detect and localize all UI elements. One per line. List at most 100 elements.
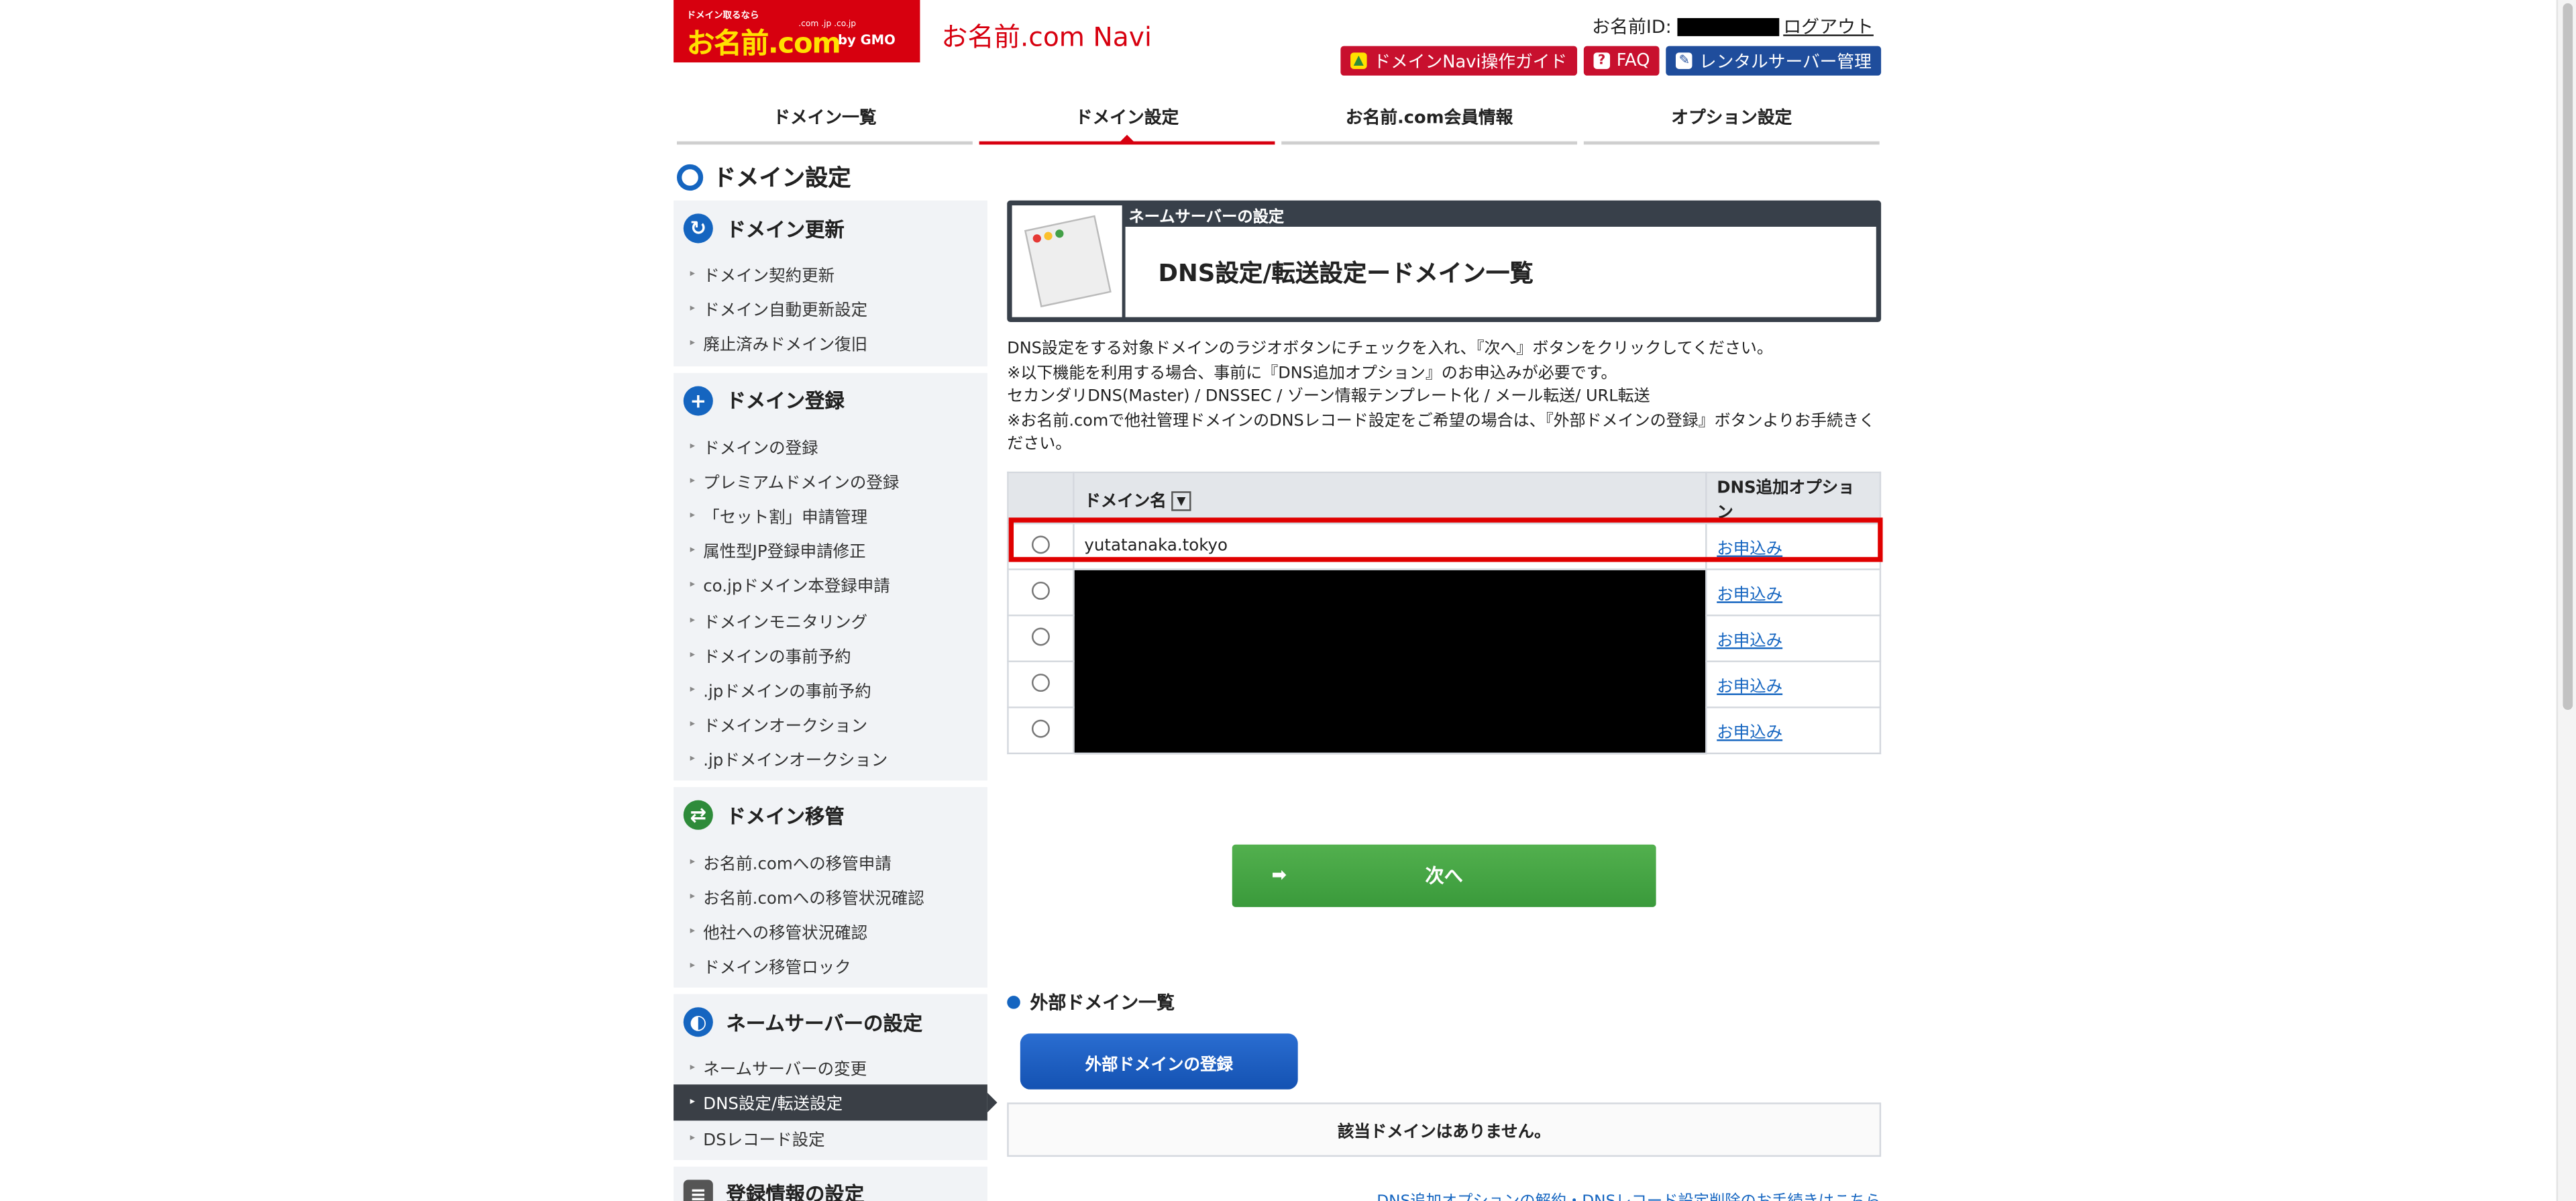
apply-link[interactable]: お申込み	[1717, 633, 1782, 651]
registration-info-icon: ≡	[683, 1179, 713, 1201]
sidebar-item-premium-register[interactable]: ▸ プレミアムドメインの登録	[674, 463, 987, 498]
table-header-row: ドメイン名 ▼ DNS追加オプション	[1007, 471, 1882, 525]
content-header: ネームサーバーの設定 DNS設定/転送設定ードメイン一覧	[1007, 200, 1882, 323]
sidebar-heading-text: ドメイン更新	[726, 217, 845, 241]
chevron-right-icon: ▸	[690, 268, 695, 280]
sort-down-icon[interactable]: ▼	[1171, 490, 1191, 511]
sidebar-heading-text: ドメイン移管	[726, 804, 845, 829]
logout-link[interactable]: ログアウト	[1783, 13, 1874, 40]
sidebar-item-pre-reserve[interactable]: ▸ ドメインの事前予約	[674, 637, 987, 672]
faq-button[interactable]: ? FAQ	[1583, 46, 1660, 76]
sidebar-item-jp-auction[interactable]: ▸ .jpドメインオークション	[674, 741, 987, 776]
content-sublabel: ネームサーバーの設定	[1128, 209, 1285, 227]
table-header-domain[interactable]: ドメイン名 ▼	[1073, 471, 1707, 525]
table-header-select	[1007, 471, 1075, 525]
navi-title: お名前.com Navi	[941, 21, 1152, 53]
next-button[interactable]: ➡ 次へ	[1232, 844, 1656, 907]
table-cell-select	[1007, 660, 1075, 709]
sidebar-item-label: ドメイン移管ロック	[703, 959, 851, 978]
sidebar-item-outbound-status[interactable]: ▸ 他社への移管状況確認	[674, 913, 987, 948]
sidebar-item-label: 属性型JP登録申請修正	[703, 544, 866, 563]
nameserver-globe-icon: ◐	[683, 1007, 713, 1037]
rental-server-button[interactable]: ✎ レンタルサーバー管理	[1666, 46, 1882, 76]
member-id-redacted	[1678, 17, 1780, 36]
domain-radio[interactable]	[1031, 580, 1050, 599]
apply-link[interactable]: お申込み	[1717, 725, 1782, 743]
sidebar-item-ds-record[interactable]: ▸ DSレコード設定	[674, 1120, 987, 1155]
tab-domain-list[interactable]: ドメイン一覧	[676, 99, 973, 145]
sidebar-item-jp-fix[interactable]: ▸ 属性型JP登録申請修正	[674, 533, 987, 568]
sidebar-item-auto-renewal[interactable]: ▸ ドメイン自動更新設定	[674, 291, 987, 326]
no-domain-message: 該当ドメインはありません。	[1007, 1102, 1882, 1157]
window-graphic	[1024, 215, 1112, 308]
register-external-domain-button[interactable]: 外部ドメインの登録	[1020, 1033, 1298, 1090]
chevron-right-icon: ▸	[690, 683, 695, 695]
sidebar-item-transfer-request[interactable]: ▸ お名前.comへの移管申請	[674, 843, 987, 878]
domain-radio[interactable]	[1031, 719, 1050, 737]
domain-radio[interactable]	[1031, 627, 1050, 645]
sidebar-item-label: お名前.comへの移管申請	[703, 855, 892, 874]
sidebar-section-registration: + ドメイン登録 ▸ ドメインの登録 ▸ プレミアムドメインの登録 ▸ 「セット割」申…	[674, 372, 987, 782]
page-root: ドメイン取るなら .com .jp .co.jp お名前.com by GMO …	[0, 0, 2576, 1201]
tab-member-info[interactable]: お名前.com会員情報	[1281, 99, 1578, 145]
description-line: ※以下機能を利用する場合、事前に『DNS追加オプション』のお申込みが必要です。	[1007, 364, 1617, 382]
apply-link[interactable]: お申込み	[1717, 678, 1782, 696]
domain-radio[interactable]	[1031, 535, 1050, 554]
domain-radio[interactable]	[1031, 672, 1050, 691]
sidebar-heading-transfer: ⇄ ドメイン移管	[674, 788, 987, 843]
column-domain-label: ドメイン名	[1084, 492, 1167, 511]
nameserver-window-icon	[1012, 205, 1122, 317]
table-cell-option: お申込み	[1705, 660, 1882, 709]
member-id-label: お名前ID:	[1592, 16, 1672, 38]
apply-link[interactable]: お申込み	[1717, 541, 1782, 559]
sidebar-item-label: ドメインの事前予約	[703, 648, 851, 667]
arrow-right-icon: ➡	[1271, 864, 1287, 886]
sidebar-item-label: 「セット割」申請管理	[703, 509, 868, 528]
sidebar-item-contract-renewal[interactable]: ▸ ドメイン契約更新	[674, 256, 987, 291]
sidebar-item-set-discount[interactable]: ▸ 「セット割」申請管理	[674, 498, 987, 533]
sidebar-item-auction[interactable]: ▸ ドメインオークション	[674, 707, 987, 741]
tab-option-settings[interactable]: オプション設定	[1583, 99, 1880, 145]
main-tabs: ドメイン一覧 ドメイン設定 お名前.com会員情報 オプション設定	[676, 99, 1880, 145]
external-domain-heading-text: 外部ドメイン一覧	[1030, 992, 1175, 1014]
chevron-right-icon: ▸	[690, 959, 695, 972]
sidebar-item-restore[interactable]: ▸ 廃止済みドメイン復旧	[674, 326, 987, 361]
refresh-globe-icon: ↻	[683, 213, 713, 244]
question-icon: ?	[1593, 52, 1610, 69]
sidebar-section-renewal: ↻ ドメイン更新 ▸ ドメイン契約更新 ▸ ドメイン自動更新設定 ▸ 廃止済みドメイン…	[674, 200, 987, 366]
chevron-right-icon: ▸	[690, 474, 695, 486]
sidebar-item-cojp-register[interactable]: ▸ co.jpドメイン本登録申請	[674, 568, 987, 603]
faq-label: FAQ	[1616, 50, 1650, 71]
logo-gmo: by GMO	[837, 32, 896, 48]
sidebar: ↻ ドメイン更新 ▸ ドメイン契約更新 ▸ ドメイン自動更新設定 ▸ 廃止済みドメイン…	[674, 200, 998, 1201]
sidebar-item-nameserver-change[interactable]: ▸ ネームサーバーの変更	[674, 1050, 987, 1085]
sidebar-item-transfer-status[interactable]: ▸ お名前.comへの移管状況確認	[674, 878, 987, 913]
sidebar-item-label: co.jpドメイン本登録申請	[703, 579, 890, 597]
content-title-box: DNS設定/転送設定ードメイン一覧	[1125, 226, 1876, 317]
logo-wordmark: お名前.com	[686, 28, 841, 61]
navi-guide-button[interactable]: ▲ ドメインNavi操作ガイド	[1340, 46, 1577, 76]
apply-link[interactable]: お申込み	[1717, 586, 1782, 605]
sidebar-item-monitoring[interactable]: ▸ ドメインモニタリング	[674, 603, 987, 637]
sidebar-section-transfer: ⇄ ドメイン移管 ▸ お名前.comへの移管申請 ▸ お名前.comへの移管状況確認…	[674, 788, 987, 988]
table-cell-select	[1007, 707, 1075, 755]
description-line: セカンダリDNS(Master) / DNSSEC / ゾーン情報テンプレート化…	[1007, 388, 1650, 407]
sidebar-item-jp-pre-reserve[interactable]: ▸ .jpドメインの事前予約	[674, 672, 987, 707]
chevron-right-icon: ▸	[690, 509, 695, 521]
sidebar-item-transfer-lock[interactable]: ▸ ドメイン移管ロック	[674, 948, 987, 983]
sidebar-heading-nameserver: ◐ ネームサーバーの設定	[674, 994, 987, 1050]
sidebar-item-domain-register[interactable]: ▸ ドメインの登録	[674, 428, 987, 463]
plus-globe-icon: +	[683, 385, 713, 415]
sidebar-heading-text: 登録情報の設定	[726, 1183, 865, 1201]
sidebar-item-dns-settings[interactable]: ▸ DNS設定/転送設定	[674, 1085, 998, 1120]
onamae-logo[interactable]: ドメイン取るなら .com .jp .co.jp お名前.com by GMO	[674, 0, 920, 63]
scrollbar-thumb[interactable]	[2563, 3, 2573, 710]
tab-domain-settings[interactable]: ドメイン設定	[979, 99, 1275, 145]
external-domain-heading: 外部ドメイン一覧	[1007, 989, 1175, 1015]
chevron-right-icon: ▸	[690, 753, 695, 765]
chevron-right-icon: ▸	[690, 925, 695, 937]
heading-circle-icon	[676, 164, 704, 191]
dns-option-cancel-link[interactable]: DNS追加オプションの解約・DNSレコード設定削除のお手続きはこちら	[1377, 1188, 1881, 1201]
page-scrollbar[interactable]	[2556, 0, 2576, 1201]
chevron-right-icon: ▸	[690, 855, 695, 867]
